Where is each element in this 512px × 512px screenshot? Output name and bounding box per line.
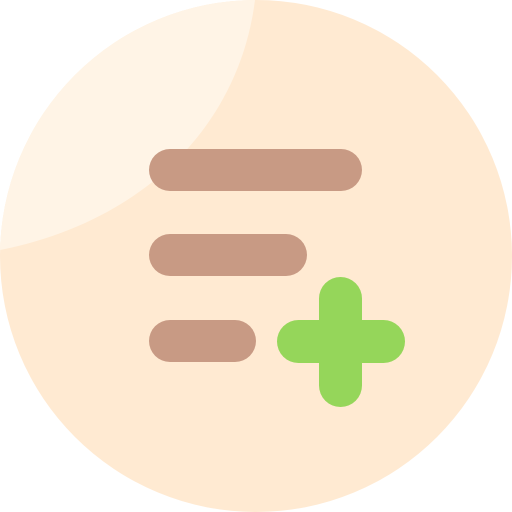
list-line-1 — [149, 149, 362, 191]
plus-horizontal-bar — [277, 320, 405, 363]
list-line-2 — [149, 234, 307, 276]
add-to-list-icon — [0, 0, 512, 512]
list-line-3 — [149, 320, 256, 362]
add-to-list-icon-canvas — [0, 0, 512, 512]
